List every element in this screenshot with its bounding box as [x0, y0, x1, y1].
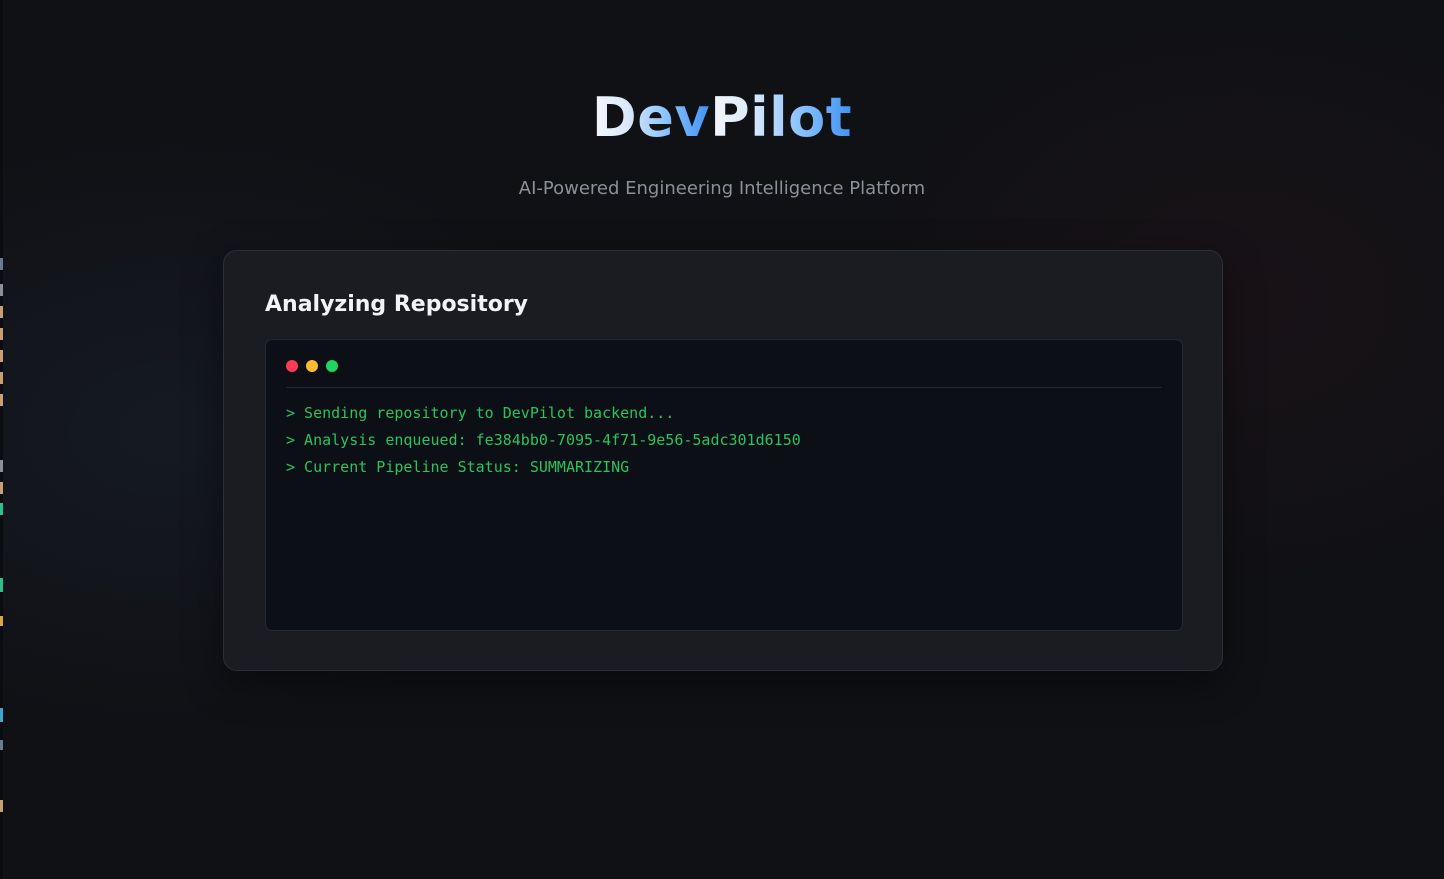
- terminal-line: > Current Pipeline Status: SUMMARIZING: [286, 458, 630, 476]
- edge-mark: [0, 284, 3, 296]
- brand-title-suffix: Pilot: [710, 86, 853, 149]
- card-title: Analyzing Repository: [265, 292, 529, 317]
- edge-mark: [0, 328, 3, 340]
- edge-mark: [0, 372, 3, 384]
- brand-title: DevPilot: [0, 86, 1444, 150]
- terminal-header: [286, 340, 1162, 388]
- terminal-window: > Sending repository to DevPilot backend…: [265, 339, 1183, 631]
- edge-mark: [0, 740, 3, 750]
- edge-mark: [0, 708, 3, 722]
- edge-mark: [0, 258, 3, 270]
- terminal-line: > Sending repository to DevPilot backend…: [286, 404, 675, 422]
- close-dot-icon: [286, 360, 298, 372]
- edge-mark: [0, 394, 3, 406]
- edge-mark: [0, 616, 3, 626]
- minimize-dot-icon: [306, 360, 318, 372]
- edge-mark: [0, 800, 3, 812]
- terminal-line: > Analysis enqueued: fe384bb0-7095-4f71-…: [286, 431, 801, 449]
- tagline: AI-Powered Engineering Intelligence Plat…: [518, 178, 926, 199]
- brand-title-prefix: Dev: [591, 86, 711, 149]
- maximize-dot-icon: [326, 360, 338, 372]
- terminal-output: > Sending repository to DevPilot backend…: [286, 400, 1162, 481]
- analysis-card: Analyzing Repository > Sending repositor…: [223, 250, 1223, 671]
- edge-mark: [0, 350, 3, 362]
- edge-mark: [0, 503, 3, 515]
- edge-mark: [0, 460, 3, 472]
- edge-mark: [0, 306, 3, 318]
- edge-mark: [0, 578, 3, 592]
- edge-mark: [0, 482, 3, 494]
